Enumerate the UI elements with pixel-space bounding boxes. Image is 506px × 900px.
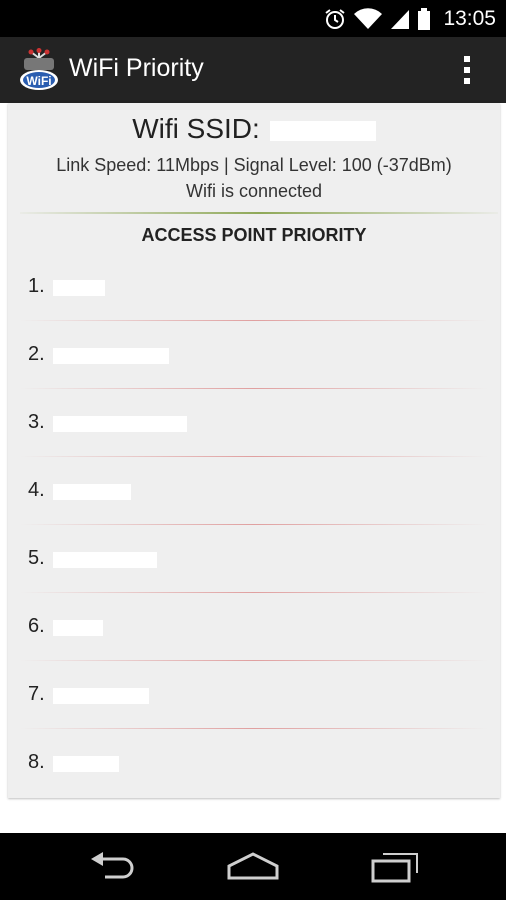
access-point-name-redacted [53, 416, 187, 432]
access-point-name-redacted [53, 688, 149, 704]
cell-signal-icon [391, 9, 410, 29]
access-point-item[interactable]: 1. [8, 253, 500, 321]
link-speed-text: Link Speed: 11Mbps | Signal Level: 100 (… [56, 155, 452, 175]
action-bar: WiFi WiFi Priority [0, 37, 506, 103]
back-icon[interactable] [83, 849, 143, 885]
ssid-value-redacted [269, 120, 376, 141]
access-point-rank: 3. [28, 411, 45, 433]
app-icon-label: WiFi [26, 74, 51, 88]
access-point-priority-header: ACCESS POINT PRIORITY [141, 225, 367, 245]
overflow-menu-icon[interactable] [452, 51, 482, 89]
wifi-priority-app-icon: WiFi [20, 48, 58, 90]
clock: 13:05 [443, 6, 496, 30]
status-bar: 13:05 [0, 0, 506, 37]
access-point-name-redacted [53, 484, 131, 500]
access-point-rank: 7. [28, 683, 45, 705]
access-point-name-redacted [53, 756, 119, 772]
battery-icon [418, 7, 431, 30]
access-point-rank: 8. [28, 751, 45, 773]
access-point-item[interactable]: 5. [8, 525, 500, 593]
access-point-rank: 5. [28, 547, 45, 569]
access-point-item[interactable]: 8. [8, 729, 500, 797]
access-point-item[interactable]: 4. [8, 457, 500, 525]
access-point-item[interactable]: 6. [8, 593, 500, 661]
access-point-rank: 2. [28, 343, 45, 365]
wifi-ssid-line: Wifi SSID: [8, 113, 500, 145]
wifi-status-text: Wifi is connected [185, 181, 323, 201]
access-point-list: 1. 2. 3. 4. 5. 6. 7. 8. [8, 253, 500, 797]
app-title: WiFi Priority [69, 54, 204, 82]
navigation-bar [0, 833, 506, 900]
access-point-rank: 4. [28, 479, 45, 501]
recents-icon[interactable] [365, 849, 425, 885]
access-point-name-redacted [53, 620, 103, 636]
access-point-rank: 1. [28, 275, 45, 297]
alarm-icon [325, 8, 346, 29]
home-icon[interactable] [223, 849, 283, 885]
access-point-item[interactable]: 2. [8, 321, 500, 389]
wifi-signal-icon [354, 7, 383, 29]
access-point-name-redacted [53, 552, 157, 568]
access-point-item[interactable]: 3. [8, 389, 500, 457]
status-icons: 13:05 [323, 0, 496, 37]
wifi-ssid-label: Wifi SSID: [132, 113, 260, 144]
access-point-rank: 6. [28, 615, 45, 637]
access-point-item[interactable]: 7. [8, 661, 500, 729]
header-divider [20, 212, 498, 214]
access-point-name-redacted [53, 280, 105, 296]
main-content: Wifi SSID: Link Speed: 11Mbps | Signal L… [8, 103, 500, 798]
access-point-name-redacted [53, 348, 169, 364]
